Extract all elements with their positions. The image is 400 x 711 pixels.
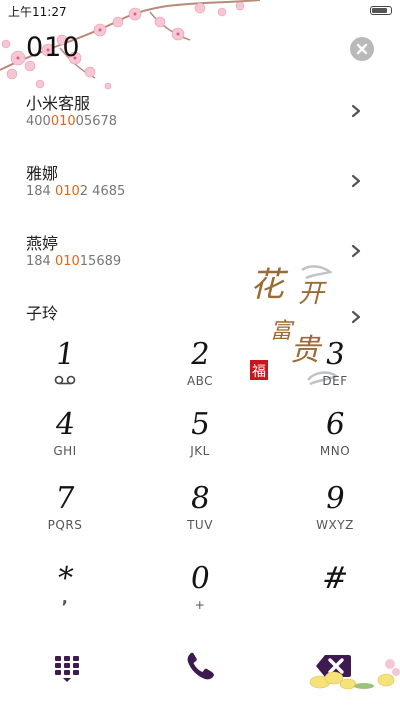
key-star[interactable]: * , (15, 561, 115, 626)
key-8[interactable]: 8 TUV (150, 481, 250, 546)
clear-icon (356, 43, 368, 55)
key-7[interactable]: 7 PQRS (15, 481, 115, 546)
contact-number: 40001005678 (26, 114, 118, 129)
status-time: 上午11:27 (8, 5, 67, 19)
svg-text:福: 福 (252, 364, 266, 380)
battery-icon (370, 6, 392, 15)
clear-button[interactable] (350, 37, 374, 61)
battery-level (372, 8, 387, 13)
key-1[interactable]: 1 (15, 337, 115, 402)
key-hash[interactable]: # (285, 561, 385, 626)
key-9[interactable]: 9 WXYZ (285, 481, 385, 546)
key-5[interactable]: 5 JKL (150, 407, 250, 472)
dialpad-icon (55, 656, 79, 682)
voicemail-icon (54, 375, 76, 385)
dialed-number: 010 (26, 32, 81, 63)
chevron-right-icon (351, 310, 361, 324)
key-6[interactable]: 6 MNO (285, 407, 385, 472)
key-2[interactable]: 2 ABC (150, 337, 250, 402)
dialpad-toggle-button[interactable] (47, 646, 87, 686)
key-3[interactable]: 3 DEF (285, 337, 385, 402)
chevron-right-icon (351, 174, 361, 188)
chevron-right-icon (351, 244, 361, 258)
svg-text:开: 开 (298, 279, 327, 309)
dialer-action-bar (0, 640, 400, 690)
svg-text:花: 花 (250, 265, 289, 305)
chevron-right-icon (351, 104, 361, 118)
phone-icon (187, 652, 214, 680)
call-button[interactable] (180, 646, 220, 686)
key-0[interactable]: 0 + (150, 561, 250, 626)
contact-name: 雅娜 (26, 164, 59, 183)
contact-suggestion[interactable]: 雅娜 184 0102 4685 (0, 160, 400, 210)
status-bar: 上午11:27 (0, 0, 400, 22)
contact-name: 小米客服 (26, 94, 91, 113)
contact-number: 184 01015689 (26, 254, 122, 269)
key-4[interactable]: 4 GHI (15, 407, 115, 472)
contact-name: 燕婷 (26, 234, 59, 253)
flower-decoration (309, 659, 400, 690)
contact-number: 184 0102 4685 (26, 184, 126, 199)
contact-suggestion[interactable]: 小米客服 40001005678 (0, 90, 400, 140)
contact-name: 子玲 (26, 304, 59, 323)
